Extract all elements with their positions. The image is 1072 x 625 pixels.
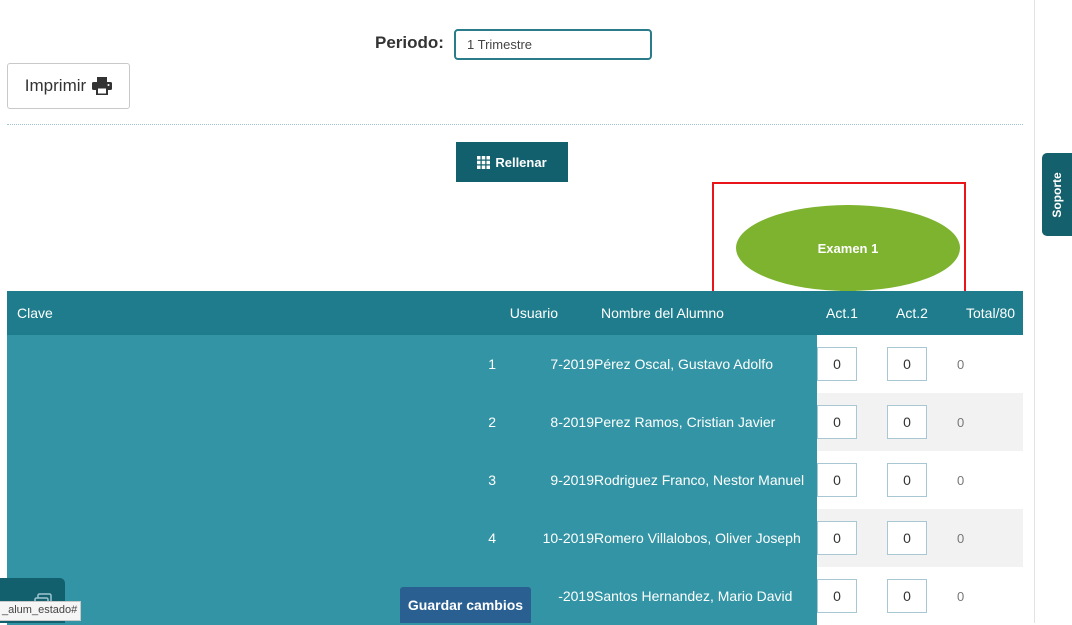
print-button-label: Imprimir	[24, 76, 87, 95]
tooltip-bubble: Examen 1	[736, 205, 960, 291]
cell-clave: 1	[7, 335, 496, 393]
header-nombre[interactable]: Nombre del Alumno	[594, 291, 817, 335]
act2-input[interactable]: 0	[887, 463, 927, 497]
section-divider	[7, 124, 1023, 125]
act1-input[interactable]: 0	[817, 521, 857, 555]
period-label: Periodo:	[375, 33, 444, 52]
status-bar-url: _alum_estado#	[0, 601, 82, 621]
cell-total: 0	[957, 393, 1023, 451]
act2-input[interactable]: 0	[887, 521, 927, 555]
cell-act1: 0	[817, 567, 887, 625]
cell-act1: 0	[817, 393, 887, 451]
support-tab-label: Soporte	[1050, 171, 1064, 218]
cell-act2: 0	[887, 451, 957, 509]
act1-input[interactable]: 0	[817, 405, 857, 439]
page-scrollbar-track[interactable]	[1034, 0, 1035, 623]
header-usuario[interactable]: Usuario	[496, 291, 594, 335]
cell-nombre: Romero Villalobos, Oliver Joseph	[594, 509, 817, 567]
table-row: 4 10-2019 Romero Villalobos, Oliver Jose…	[7, 509, 1023, 567]
cell-act2: 0	[887, 393, 957, 451]
header-total[interactable]: Total/80	[957, 291, 1023, 335]
cell-usuario: 7-2019	[496, 335, 594, 393]
table-row: 3 9-2019 Rodriguez Franco, Nestor Manuel…	[7, 451, 1023, 509]
cell-nombre: Rodriguez Franco, Nestor Manuel	[594, 451, 817, 509]
cell-clave: 2	[7, 393, 496, 451]
cell-total: 0	[957, 509, 1023, 567]
cell-act1: 0	[817, 509, 887, 567]
print-icon	[92, 77, 113, 95]
tooltip-text: Examen 1	[817, 240, 879, 256]
cell-clave: 4	[7, 509, 496, 567]
table-row: 2 8-2019 Perez Ramos, Cristian Javier 0 …	[7, 393, 1023, 451]
cell-usuario: 8-2019	[496, 393, 594, 451]
cell-clave: 3	[7, 451, 496, 509]
support-tab[interactable]: Soporte	[1042, 153, 1072, 236]
grid-icon	[477, 155, 491, 169]
period-select[interactable]: 1 Trimestre	[454, 29, 652, 60]
cell-act1: 0	[817, 335, 887, 393]
cell-usuario: 9-2019	[496, 451, 594, 509]
cell-act2: 0	[887, 509, 957, 567]
header-act1[interactable]: Act.1	[817, 291, 887, 335]
table-header-row: Clave Usuario Nombre del Alumno Act.1 Ac…	[7, 291, 1023, 335]
act1-input[interactable]: 0	[817, 463, 857, 497]
cell-usuario: 10-2019	[496, 509, 594, 567]
print-button[interactable]: Imprimir	[7, 63, 130, 109]
cell-total: 0	[957, 451, 1023, 509]
header-act2[interactable]: Act.2	[887, 291, 957, 335]
cell-nombre: Perez Ramos, Cristian Javier	[594, 393, 817, 451]
table-row: 1 7-2019 Pérez Oscal, Gustavo Adolfo 0 0…	[7, 335, 1023, 393]
cell-nombre: Pérez Oscal, Gustavo Adolfo	[594, 335, 817, 393]
cell-act2: 0	[887, 335, 957, 393]
cell-act2: 0	[887, 567, 957, 625]
cell-act1: 0	[817, 451, 887, 509]
cell-total: 0	[957, 567, 1023, 625]
act2-input[interactable]: 0	[887, 579, 927, 613]
save-changes-button[interactable]: Guardar cambios	[400, 587, 531, 623]
cell-total: 0	[957, 335, 1023, 393]
act2-input[interactable]: 0	[887, 405, 927, 439]
act1-input[interactable]: 0	[817, 579, 857, 613]
grades-table: Clave Usuario Nombre del Alumno Act.1 Ac…	[7, 291, 1023, 625]
fill-button-label: Rellenar	[495, 154, 547, 170]
fill-button[interactable]: Rellenar	[456, 142, 568, 182]
cell-nombre: Santos Hernandez, Mario David	[594, 567, 817, 625]
header-clave[interactable]: Clave	[7, 291, 496, 335]
act2-input[interactable]: 0	[887, 347, 927, 381]
act1-input[interactable]: 0	[817, 347, 857, 381]
